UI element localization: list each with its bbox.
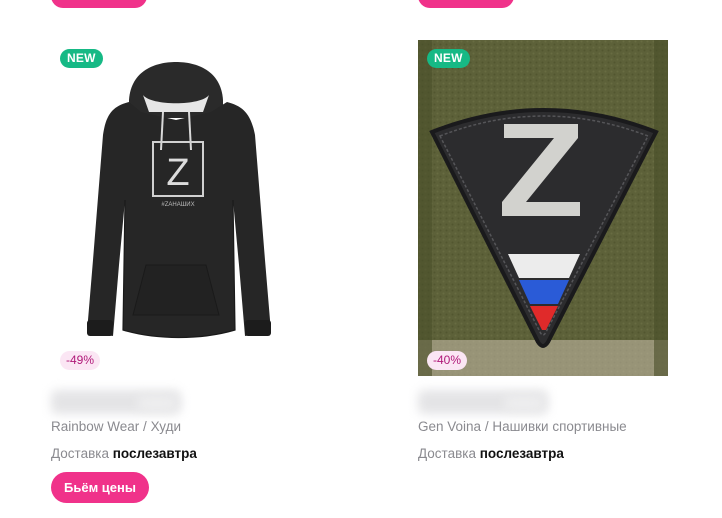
new-badge: NEW <box>427 49 470 68</box>
price-action-button[interactable]: Бьём цены <box>51 472 149 503</box>
category-name: Худи <box>150 419 181 434</box>
brand-separator: / <box>139 419 151 434</box>
brand-separator: / <box>481 419 493 434</box>
product-card-patch[interactable]: NEW -40% Gen Voina / Нашивки спортивные … <box>418 40 668 518</box>
previous-row-button-right[interactable] <box>418 0 514 8</box>
delivery-label: Доставка <box>418 446 476 461</box>
delivery-info: Доставка послезавтра <box>51 446 311 461</box>
old-price-blurred <box>504 396 544 410</box>
old-price-blurred <box>137 396 177 410</box>
delivery-value: послезавтра <box>479 446 564 461</box>
delivery-value: послезавтра <box>112 446 197 461</box>
hoodie-print-caption: #ZАНАШИХ <box>161 202 194 208</box>
product-image-hoodie[interactable]: Z #ZАНАШИХ NEW -49% <box>51 40 301 376</box>
discount-badge: -40% <box>427 351 468 370</box>
product-image-patch[interactable]: NEW -40% <box>418 40 668 376</box>
previous-row-button-left[interactable] <box>51 0 147 8</box>
brand-name: Rainbow Wear <box>51 419 140 434</box>
delivery-label: Доставка <box>51 446 109 461</box>
brand-name: Gen Voina <box>418 419 482 434</box>
new-badge: NEW <box>60 49 103 68</box>
brand-category[interactable]: Rainbow Wear / Худи <box>51 419 311 434</box>
hoodie-image: Z #ZАНАШИХ <box>51 40 301 376</box>
brand-category[interactable]: Gen Voina / Нашивки спортивные <box>418 419 678 434</box>
product-card-hoodie[interactable]: Z #ZАНАШИХ NEW -49% Rainbow Wear / Худи … <box>51 40 301 518</box>
category-name: Нашивки спортивные <box>492 419 627 434</box>
discount-badge: -49% <box>60 351 101 370</box>
patch-image <box>418 40 668 376</box>
hoodie-z-print: Z <box>166 152 189 194</box>
delivery-info: Доставка послезавтра <box>418 446 678 461</box>
